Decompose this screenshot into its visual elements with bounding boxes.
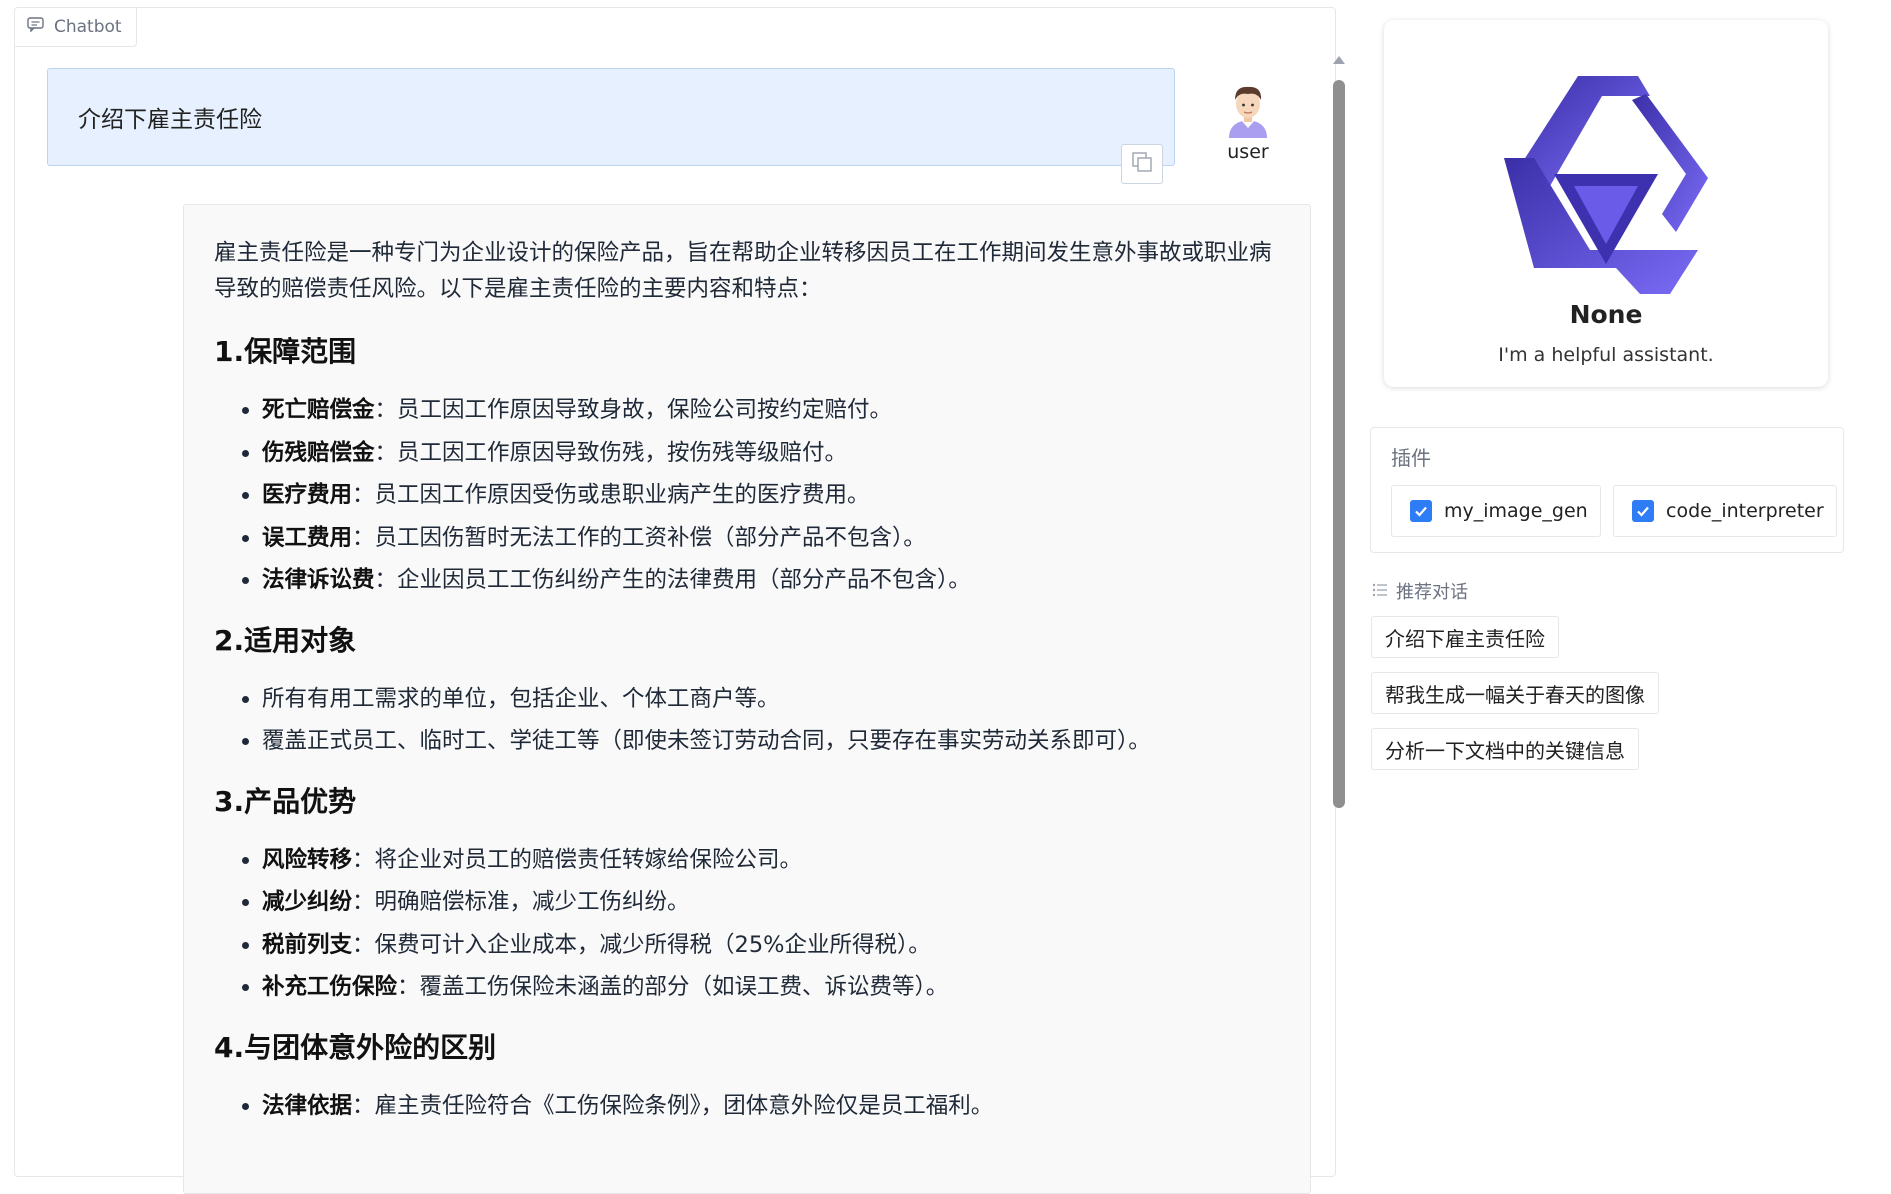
list-item: 死亡赔偿金：员工因工作原因导致身故，保险公司按约定赔付。 (262, 389, 1280, 432)
section-heading: 3.产品优势 (214, 784, 357, 818)
bullet-list: 所有有用工需求的单位，包括企业、个体工商户等。 覆盖正式员工、临时工、学徒工等（… (214, 678, 1280, 763)
chat-scrollbar[interactable] (1333, 80, 1345, 808)
bot-message: 雇主责任险是一种专门为企业设计的保险产品，旨在帮助企业转移因员工在工作期间发生意… (183, 204, 1311, 1194)
plugin-my-image-gen-checkbox[interactable]: my_image_gen (1391, 485, 1601, 537)
user-message: 介绍下雇主责任险 (47, 68, 1175, 166)
list-item: 覆盖正式员工、临时工、学徒工等（即使未签订劳动合同，只要存在事实劳动关系即可）。 (262, 720, 1280, 763)
agent-profile-card: None I'm a helpful assistant. (1384, 20, 1828, 387)
section-heading: 2.适用对象 (214, 623, 357, 657)
list-icon (1372, 581, 1388, 602)
list-item: 伤残赔偿金：员工因工作原因导致伤残，按伤残等级赔付。 (262, 432, 1280, 475)
list-item: 风险转移：将企业对员工的赔偿责任转嫁给保险公司。 (262, 839, 1280, 882)
list-item: 误工费用：员工因伤暂时无法工作的工资补偿（部分产品不包含）。 (262, 517, 1280, 560)
chatbot-label-text: Chatbot (54, 17, 122, 37)
plugin-label: my_image_gen (1444, 500, 1588, 522)
plugins-panel: 插件 my_image_gen code_interpreter (1370, 427, 1844, 553)
qwen-logo-icon (1490, 54, 1722, 298)
bullet-list: 死亡赔偿金：员工因工作原因导致身故，保险公司按约定赔付。 伤残赔偿金：员工因工作… (214, 389, 1280, 602)
list-item: 法律依据：雇主责任险符合《工伤保险条例》，团体意外险仅是员工福利。 (262, 1085, 1280, 1128)
list-item: 减少纠纷：明确赔偿标准，减少工伤纠纷。 (262, 881, 1280, 924)
plugin-code-interpreter-checkbox[interactable]: code_interpreter (1613, 485, 1837, 537)
checkmark-icon[interactable] (1632, 500, 1654, 522)
checkmark-icon[interactable] (1410, 500, 1432, 522)
scroll-up-arrow[interactable] (1333, 56, 1345, 64)
list-item: 法律诉讼费：企业因员工工伤纠纷产生的法律费用（部分产品不包含）。 (262, 559, 1280, 602)
section-heading: 1.保障范围 (214, 335, 357, 368)
user-message-text: 介绍下雇主责任险 (78, 107, 262, 133)
chatbot-panel: Chatbot 介绍下雇主责任险 user 雇主责任险是一种专门为企业设计的保险… (14, 7, 1345, 1194)
user-name: user (1227, 141, 1269, 163)
section-heading: 4.与团体意外险的区别 (214, 1030, 497, 1064)
recommendation-item[interactable]: 帮我生成一幅关于春天的图像 (1371, 672, 1659, 714)
bullet-list: 法律依据：雇主责任险符合《工伤保险条例》，团体意外险仅是员工福利。 (214, 1085, 1280, 1128)
chat-icon (27, 17, 44, 37)
copy-icon (1131, 151, 1153, 177)
response-intro: 雇主责任险是一种专门为企业设计的保险产品，旨在帮助企业转移因员工在工作期间发生意… (214, 240, 1272, 302)
plugins-title: 插件 (1391, 446, 1431, 470)
list-item: 补充工伤保险：覆盖工伤保险未涵盖的部分（如误工费、诉讼费等）。 (262, 966, 1280, 1009)
plugin-label: code_interpreter (1666, 500, 1824, 522)
recommendation-item[interactable]: 介绍下雇主责任险 (1371, 616, 1559, 658)
recommendations-title: 推荐对话 (1372, 578, 1468, 604)
recommendation-item[interactable]: 分析一下文档中的关键信息 (1371, 728, 1639, 770)
agent-name: None (1569, 300, 1643, 329)
list-item: 医疗费用：员工因工作原因受伤或患职业病产生的医疗费用。 (262, 474, 1280, 517)
recommendations-title-text: 推荐对话 (1396, 582, 1468, 603)
bullet-list: 风险转移：将企业对员工的赔偿责任转嫁给保险公司。 减少纠纷：明确赔偿标准，减少工… (214, 839, 1280, 1009)
list-item: 税前列支：保费可计入企业成本，减少所得税（25%企业所得税）。 (262, 924, 1280, 967)
chatbot-label: Chatbot (15, 8, 137, 47)
list-item: 所有有用工需求的单位，包括企业、个体工商户等。 (262, 678, 1280, 721)
agent-description: I'm a helpful assistant. (1498, 344, 1714, 366)
user-avatar (1223, 82, 1273, 138)
copy-button[interactable] (1121, 144, 1163, 184)
